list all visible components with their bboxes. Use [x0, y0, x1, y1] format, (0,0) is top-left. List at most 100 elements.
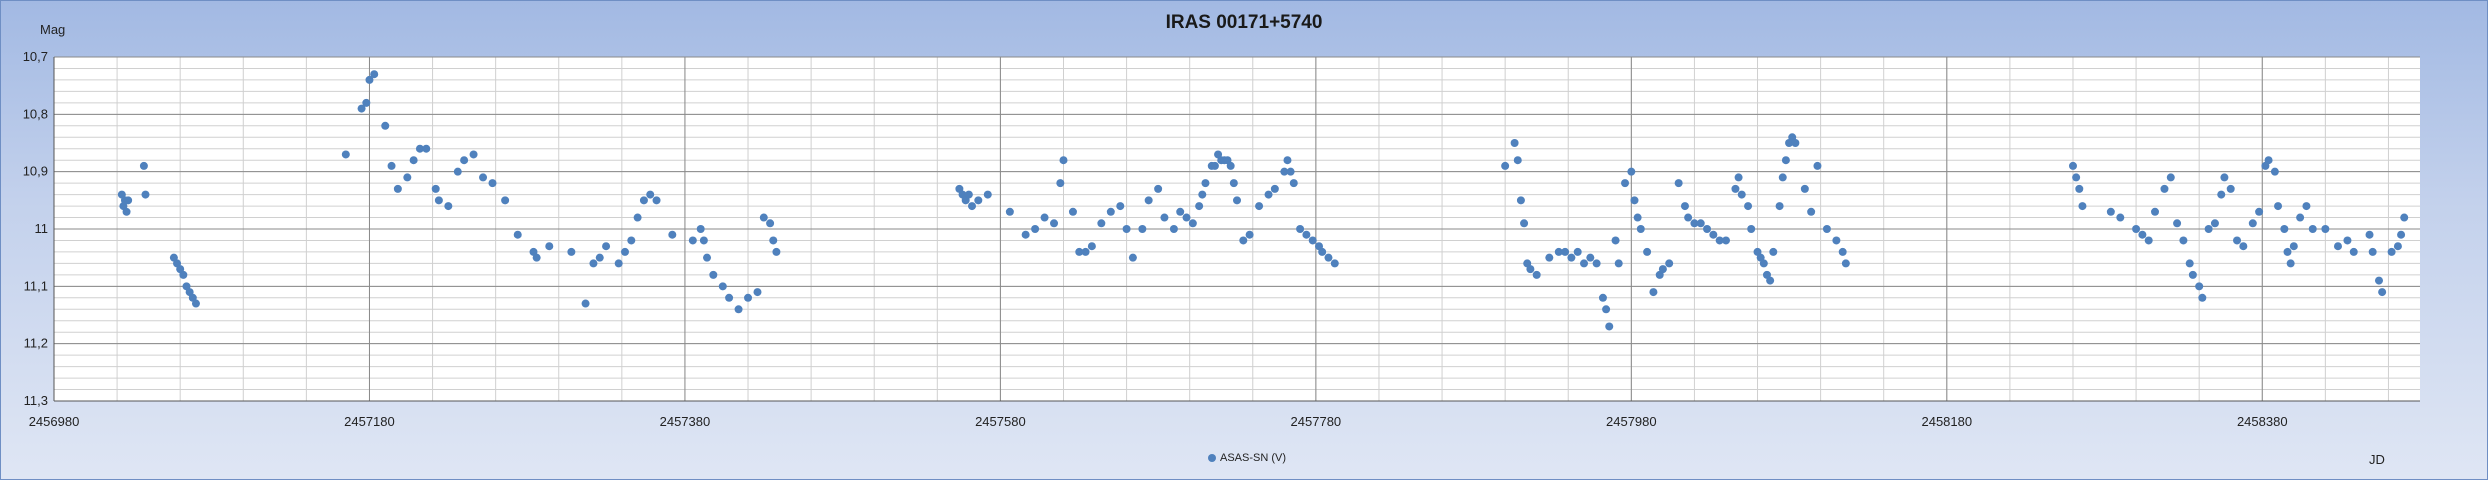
- data-point: [1081, 247, 1090, 256]
- data-point: [1734, 173, 1743, 182]
- data-point: [2185, 259, 2194, 268]
- data-point: [1696, 219, 1705, 228]
- y-tick-label: 11: [35, 221, 49, 236]
- data-point: [2393, 242, 2402, 251]
- data-point: [362, 98, 371, 107]
- data-point: [1501, 161, 1510, 170]
- data-point: [602, 242, 611, 251]
- data-point: [1229, 179, 1238, 188]
- data-point: [1611, 236, 1620, 245]
- data-point: [589, 259, 598, 268]
- data-point: [2226, 184, 2235, 193]
- data-point: [633, 213, 642, 222]
- data-point: [1144, 196, 1153, 205]
- data-point: [639, 196, 648, 205]
- data-point: [2198, 293, 2207, 302]
- data-point: [1182, 213, 1191, 222]
- data-point: [2072, 173, 2081, 182]
- data-point: [1169, 225, 1178, 233]
- data-point: [1592, 259, 1601, 268]
- data-point: [1545, 253, 1554, 262]
- data-point: [434, 196, 443, 205]
- data-point: [1195, 202, 1204, 211]
- data-point: [2116, 213, 2125, 222]
- data-point: [488, 179, 497, 188]
- data-point: [141, 190, 150, 199]
- data-point: [627, 236, 636, 245]
- data-point: [1056, 179, 1065, 188]
- x-tick-label: 2457780: [1291, 414, 1342, 429]
- data-point: [1684, 213, 1693, 222]
- data-point: [1621, 179, 1630, 188]
- data-point: [1658, 265, 1667, 274]
- data-point: [2343, 236, 2352, 245]
- data-point: [2296, 213, 2305, 222]
- data-point: [2400, 213, 2409, 222]
- data-point: [1050, 219, 1059, 228]
- data-point: [1627, 167, 1636, 176]
- data-point: [2283, 247, 2292, 256]
- data-point: [1766, 276, 1775, 285]
- data-point: [341, 150, 350, 159]
- data-point: [545, 242, 554, 251]
- data-point: [1239, 236, 1248, 245]
- data-point: [1526, 265, 1535, 274]
- data-point: [1744, 202, 1753, 211]
- data-point: [696, 225, 705, 233]
- data-point: [1822, 225, 1831, 233]
- data-point: [1021, 230, 1030, 239]
- data-point: [1747, 225, 1756, 233]
- data-point: [2302, 202, 2311, 211]
- data-point: [479, 173, 488, 182]
- data-point: [1106, 207, 1115, 216]
- data-point: [1709, 230, 1718, 239]
- data-point: [1573, 247, 1582, 256]
- data-point: [1586, 253, 1595, 262]
- data-point: [1176, 207, 1185, 216]
- data-point: [1059, 156, 1068, 165]
- data-point: [652, 196, 661, 205]
- data-point: [1630, 196, 1639, 205]
- data-point: [1154, 184, 1163, 193]
- data-point: [460, 156, 469, 165]
- data-point: [179, 270, 188, 279]
- data-point: [1031, 225, 1040, 233]
- data-point: [2166, 173, 2175, 182]
- data-point: [409, 156, 418, 165]
- data-point: [1122, 225, 1131, 233]
- data-point: [1264, 190, 1273, 199]
- data-point: [1778, 173, 1787, 182]
- data-point: [1201, 179, 1210, 188]
- data-point: [2274, 202, 2283, 211]
- data-point: [444, 202, 453, 211]
- data-point: [2378, 288, 2387, 297]
- data-point: [646, 190, 655, 199]
- legend-marker: [1208, 454, 1216, 462]
- data-point: [1286, 167, 1295, 176]
- data-point: [139, 161, 148, 170]
- data-point: [1040, 213, 1049, 222]
- data-point: [581, 299, 590, 308]
- x-tick-label: 2457980: [1606, 414, 1657, 429]
- data-point: [2217, 190, 2226, 199]
- data-point: [1775, 202, 1784, 211]
- data-point: [1614, 259, 1623, 268]
- data-point: [2374, 276, 2383, 285]
- data-point: [744, 293, 753, 302]
- data-point: [620, 247, 629, 256]
- data-point: [2132, 225, 2141, 233]
- data-point: [1188, 219, 1197, 228]
- data-point: [513, 230, 522, 239]
- data-point: [1598, 293, 1607, 302]
- data-point: [734, 305, 743, 314]
- data-point: [1330, 259, 1339, 268]
- data-point: [2078, 202, 2087, 211]
- y-tick-label: 10,7: [23, 49, 48, 64]
- data-point: [1665, 259, 1674, 268]
- data-point: [1198, 190, 1207, 199]
- y-tick-label: 11,1: [24, 278, 48, 293]
- data-point: [1318, 247, 1327, 256]
- data-point: [2387, 247, 2396, 256]
- data-point: [1703, 225, 1712, 233]
- data-point: [1737, 190, 1746, 199]
